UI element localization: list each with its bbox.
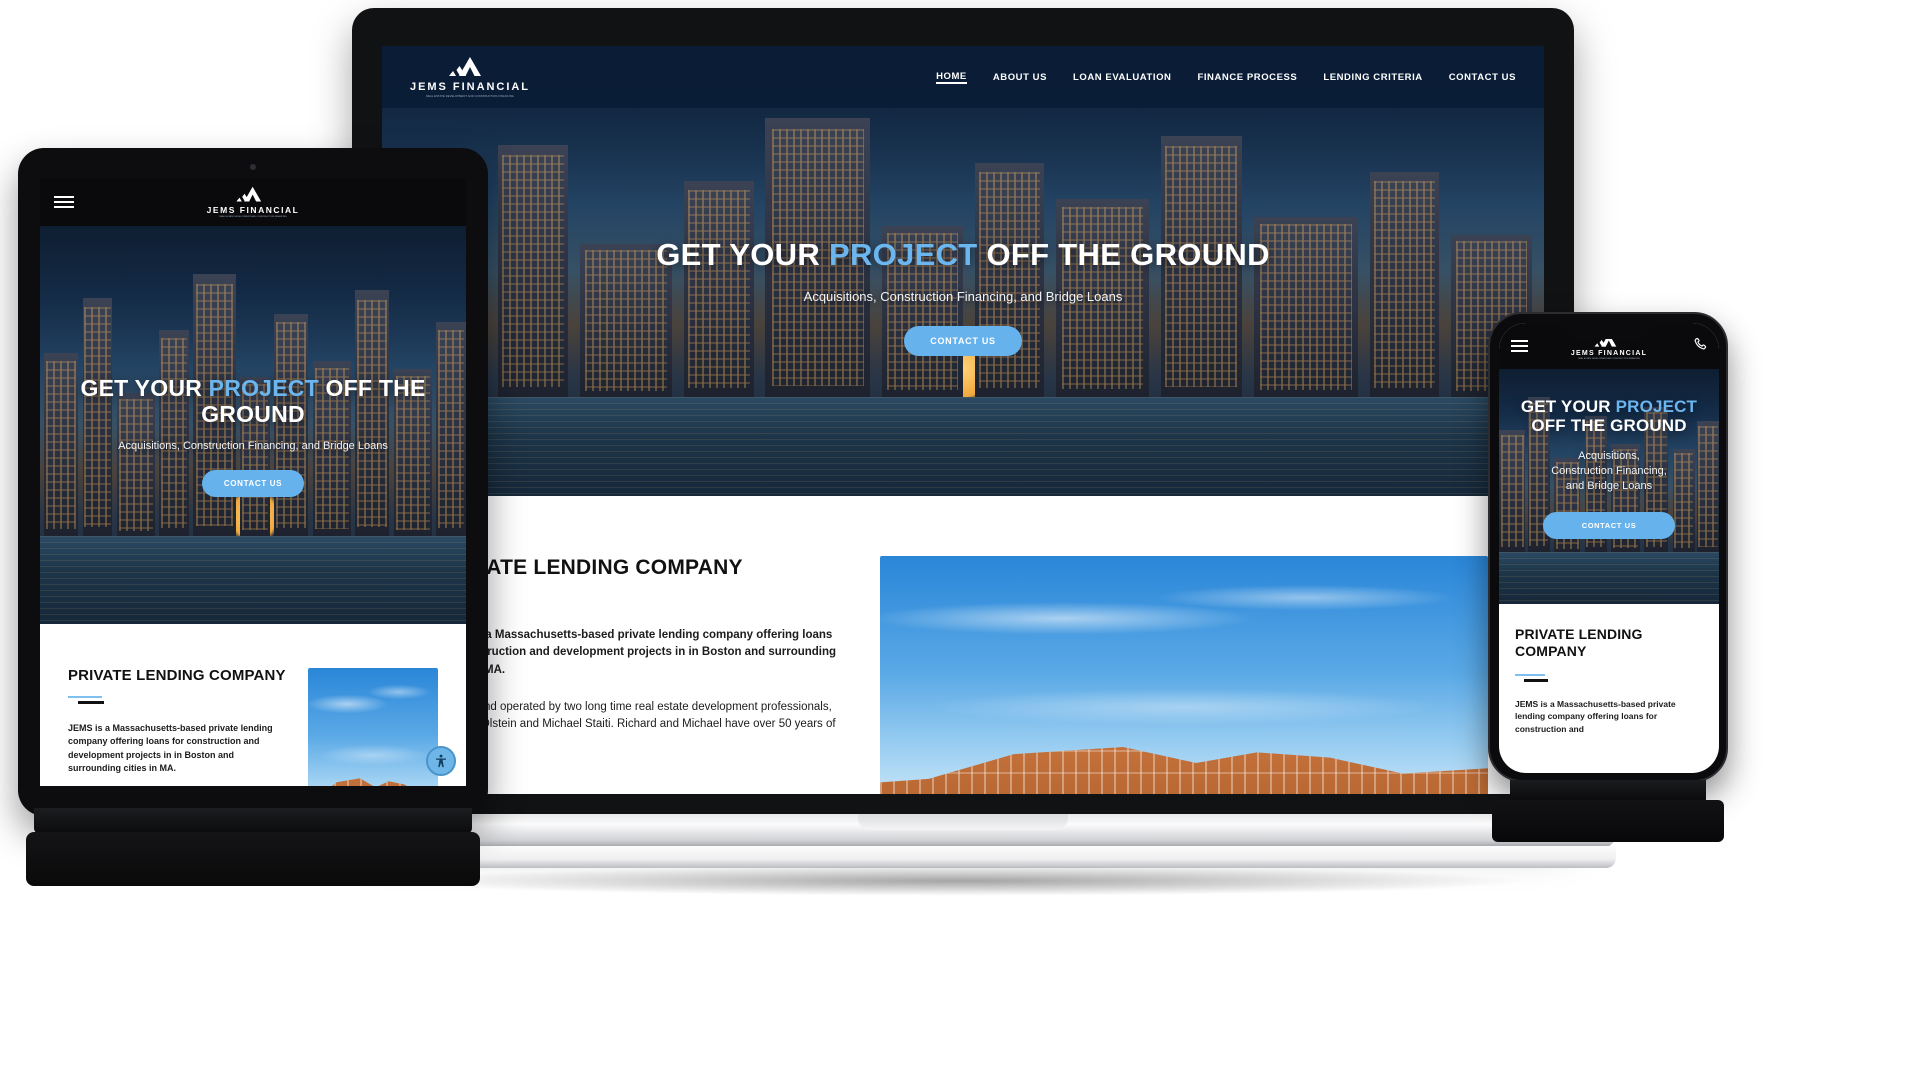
phone-body: JEMS FINANCIAL REAL ESTATE DEVELOPMENT A… [1488,312,1728,782]
divider-dark [1524,679,1548,682]
divider-dark [78,701,104,704]
nav-item-lending-criteria[interactable]: LENDING CRITERIA [1323,72,1422,83]
desktop-nav-links: HOME ABOUT US LOAN EVALUATION FINANCE PR… [936,71,1516,84]
website-desktop: JEMS FINANCIAL REAL ESTATE DEVELOPMENT A… [382,46,1544,794]
hero-subtitle-line-1: Acquisitions, [1578,450,1640,463]
sky-clouds [308,668,438,786]
section-heading: PRIVATE LENDING COMPANY [68,667,286,684]
hero-title-part2: OFF THE GROUND [977,237,1270,272]
laptop-foot [310,846,1616,868]
phone-mockup: JEMS FINANCIAL REAL ESTATE DEVELOPMENT A… [1488,312,1728,842]
hero-title: GET YOUR PROJECT OFF THE GROUND [1509,397,1709,435]
hero-title-line-2: OFF THE GROUND [1531,416,1687,436]
tablet-camera [250,164,256,170]
phone-call-icon[interactable] [1693,337,1707,356]
hero-content-tablet: GET YOUR PROJECT OFF THE GROUND Acquisit… [40,375,466,497]
hero-subtitle-line-3: and Bridge Loans [1565,479,1653,492]
hero-title-line-1: GET YOUR PROJECT [1509,397,1709,416]
device-mockup-stage: JEMS FINANCIAL REAL ESTATE DEVELOPMENT A… [0,0,1920,1087]
hero-contact-us-button[interactable]: CONTACT US [904,325,1022,356]
harbor-water [1499,552,1719,604]
site-logo[interactable]: JEMS FINANCIAL REAL ESTATE DEVELOPMENT A… [207,186,300,218]
accessibility-person-icon[interactable] [426,746,456,776]
desktop-navbar: JEMS FINANCIAL REAL ESTATE DEVELOPMENT A… [382,46,1544,108]
hero-section-phone: GET YOUR PROJECT OFF THE GROUND Acquisit… [1499,369,1719,604]
nav-item-finance-process[interactable]: FINANCE PROCESS [1197,72,1297,83]
nav-item-about-us[interactable]: ABOUT US [993,72,1047,83]
hero-subtitle-line-2: Construction Financing, [1551,464,1667,477]
nav-item-home[interactable]: HOME [936,71,967,84]
hero-title: GET YOUR PROJECT OFF THE GROUND [382,237,1544,273]
phone-base [1492,800,1724,842]
hamburger-menu-icon[interactable] [54,196,74,208]
website-phone: JEMS FINANCIAL REAL ESTATE DEVELOPMENT A… [1499,323,1719,773]
sky-clouds [880,556,1488,794]
harbor-water [382,397,1544,496]
tablet-base [26,832,480,886]
section-text-column: PRIVATE LENDING COMPANY JEMS is a Massac… [438,556,838,794]
hero-title-highlight: PROJECT [208,375,319,401]
section-paragraph-1: JEMS is a Massachusetts-based private le… [68,722,273,774]
private-lending-section-phone: PRIVATE LENDING COMPANY JEMS is a Massac… [1499,604,1719,736]
divider-blue [68,695,102,698]
nav-item-loan-evaluation[interactable]: LOAN EVALUATION [1073,72,1171,83]
section-paragraph-2: Owned and operated by two long time real… [438,700,836,748]
divider-blue [1515,673,1545,677]
hero-contact-us-button[interactable]: CONTACT US [1543,511,1675,539]
laptop-mockup: JEMS FINANCIAL REAL ESTATE DEVELOPMENT A… [310,8,1616,896]
phone-notch [1565,323,1651,339]
hero-title-highlight: PROJECT [1615,397,1698,416]
harbor-water [40,536,466,624]
section-paragraph-1: JEMS is a Massachusetts-based private le… [438,629,837,676]
phone-stand [1510,780,1706,802]
section-paragraph-1: JEMS is a Massachusetts-based private le… [1515,698,1676,735]
hero-section-desktop: JEMS FINANCIAL REAL ESTATE DEVELOPMENT A… [382,46,1544,496]
laptop-base-notch [858,814,1068,830]
hero-title-part1: GET YOUR [80,375,209,401]
tablet-stand [34,808,472,834]
hero-subtitle: Acquisitions, Construction Financing, an… [1509,449,1709,494]
logo-tagline: REAL ESTATE DEVELOPMENT AND CONSTRUCTION… [219,216,287,218]
hero-title-highlight: PROJECT [828,237,978,272]
logo-tagline: REAL ESTATE DEVELOPMENT AND CONSTRUCTION… [426,95,514,98]
laptop-shadow [392,866,1532,896]
section-heading: PRIVATE LENDING COMPANY [438,556,743,579]
tablet-header: JEMS FINANCIAL REAL ESTATE DEVELOPMENT A… [40,178,466,226]
section-heading-line-2: COMPANY [1515,642,1587,659]
hero-title-part1: GET YOUR [1520,397,1616,416]
hero-title-part1: GET YOUR [656,237,829,272]
hero-content-desktop: GET YOUR PROJECT OFF THE GROUND Acquisit… [382,237,1544,356]
hero-contact-us-button[interactable]: CONTACT US [201,469,305,497]
mountain-chevron-logo-icon [447,56,493,78]
section-heading: PRIVATE LENDING COMPANY [1515,626,1703,660]
construction-photo [880,556,1488,794]
hero-title: GET YOUR PROJECT OFF THE GROUND [40,375,466,428]
mountain-chevron-logo-icon [235,186,271,203]
hero-subtitle: Acquisitions, Construction Financing, an… [118,439,388,452]
section-heading-line-1: PRIVATE LENDING [1515,626,1643,642]
hero-content-phone: GET YOUR PROJECT OFF THE GROUND Acquisit… [1499,397,1719,539]
hero-subtitle: Acquisitions, Construction Financing, an… [803,288,1123,304]
logo-wordmark: JEMS FINANCIAL [1570,349,1648,357]
construction-photo [308,668,438,786]
nav-item-contact-us[interactable]: CONTACT US [1449,72,1516,83]
logo-tagline: REAL ESTATE DEVELOPMENT AND CONSTRUCTION… [1578,357,1640,360]
phone-screen: JEMS FINANCIAL REAL ESTATE DEVELOPMENT A… [1499,323,1719,773]
logo-wordmark: JEMS FINANCIAL [206,205,300,215]
private-lending-section-desktop: PRIVATE LENDING COMPANY JEMS is a Massac… [382,496,1544,794]
private-lending-section-tablet: PRIVATE LENDING COMPANY JEMS is a Massac… [40,624,466,786]
logo-wordmark: JEMS FINANCIAL [410,81,531,93]
laptop-screen: JEMS FINANCIAL REAL ESTATE DEVELOPMENT A… [382,46,1544,794]
section-text-column: PRIVATE LENDING COMPANY JEMS is a Massac… [68,667,286,786]
site-logo[interactable]: JEMS FINANCIAL REAL ESTATE DEVELOPMENT A… [410,56,530,98]
laptop-lid: JEMS FINANCIAL REAL ESTATE DEVELOPMENT A… [352,8,1574,828]
